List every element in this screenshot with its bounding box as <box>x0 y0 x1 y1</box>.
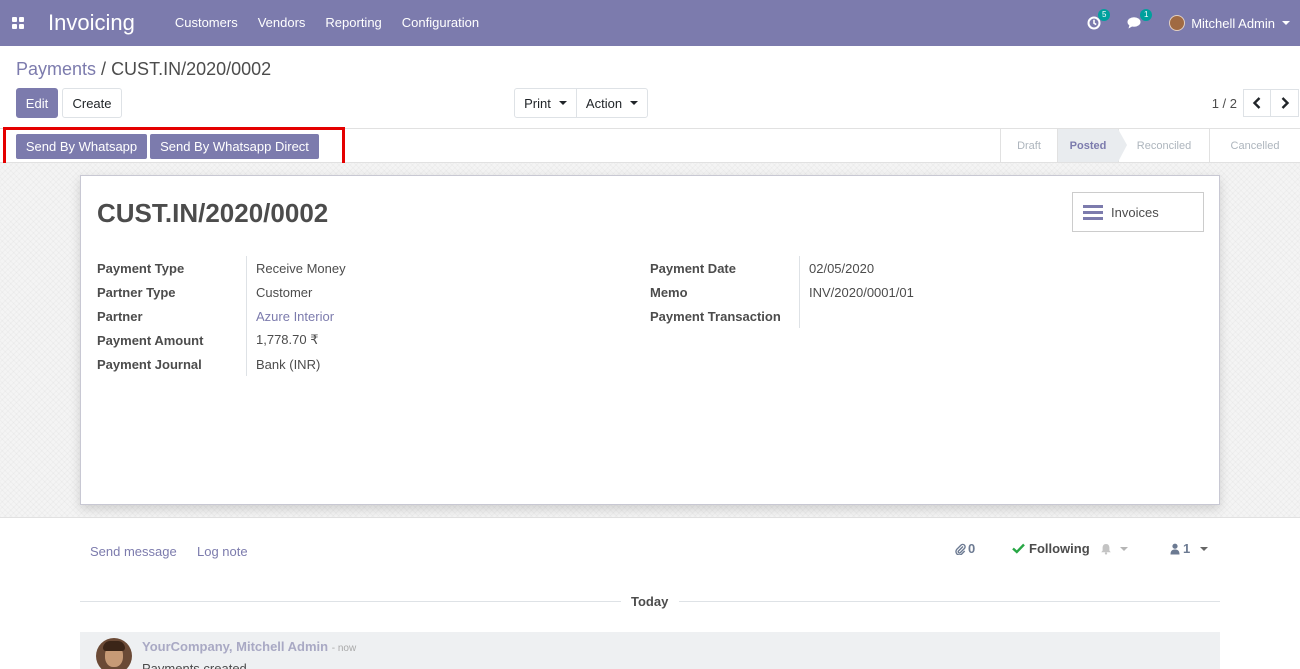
messaging-menu[interactable]: 1 <box>1127 9 1153 30</box>
chevron-left-icon <box>1252 97 1261 109</box>
breadcrumb: Payments / CUST.IN/2020/0002 <box>16 59 271 80</box>
pager: 1 / 2 <box>1212 89 1299 117</box>
left-field-group: Payment Type Receive Money Partner Type … <box>97 256 346 376</box>
attachment-count: 0 <box>968 541 976 556</box>
field-label: Payment Amount <box>97 328 247 352</box>
breadcrumb-separator: / <box>101 59 107 79</box>
field-label: Payment Date <box>650 256 800 280</box>
chevron-down-icon <box>1200 546 1209 551</box>
field-payment-transaction: Payment Transaction <box>650 304 914 328</box>
bars-icon <box>1083 204 1103 220</box>
field-label: Payment Journal <box>97 352 247 376</box>
chevron-down-icon <box>630 101 639 105</box>
message-time: - now <box>331 643 357 654</box>
field-memo: Memo INV/2020/0001/01 <box>650 280 914 304</box>
check-icon <box>1012 543 1025 554</box>
app-name: Invoicing <box>48 10 135 35</box>
field-payment-date: Payment Date 02/05/2020 <box>650 256 914 280</box>
pager-previous-button[interactable] <box>1243 89 1271 117</box>
user-avatar <box>1169 15 1186 31</box>
following-button[interactable]: Following <box>1012 541 1128 556</box>
field-value: 02/05/2020 <box>809 260 875 276</box>
field-value: Customer <box>256 284 313 300</box>
user-name: Mitchell Admin <box>1191 15 1275 31</box>
stage-cancelled[interactable]: Cancelled <box>1209 129 1300 162</box>
send-message-button[interactable]: Send message <box>90 544 177 559</box>
edit-button[interactable]: Edit <box>16 88 58 118</box>
field-partner-type: Partner Type Customer <box>97 280 346 304</box>
pager-next-button[interactable] <box>1271 89 1299 117</box>
author-avatar[interactable] <box>96 638 132 669</box>
action-label: Action <box>585 95 623 111</box>
field-label: Partner <box>97 304 247 328</box>
stage-arrow <box>1118 129 1127 162</box>
field-payment-type: Payment Type Receive Money <box>97 256 346 280</box>
apps-menu-icon[interactable] <box>10 15 26 31</box>
stage-reconciled[interactable]: Reconciled <box>1118 129 1209 162</box>
field-partner: Partner Azure Interior <box>97 304 346 328</box>
message-author: YourCompany, Mitchell Admin - now <box>142 639 356 654</box>
chevron-down-icon <box>1282 21 1290 25</box>
following-label: Following <box>1029 541 1090 556</box>
stage-draft[interactable]: Draft <box>1000 129 1057 162</box>
action-dropdown[interactable]: Action <box>576 88 648 118</box>
date-divider-right <box>679 601 1220 602</box>
date-divider-left <box>80 601 621 602</box>
follower-count: 1 <box>1183 541 1191 556</box>
status-stages: Draft Posted Reconciled Cancelled <box>1000 129 1300 162</box>
bell-icon[interactable] <box>1100 543 1112 555</box>
followers-button[interactable]: 1 <box>1170 541 1209 556</box>
print-dropdown[interactable]: Print <box>514 88 577 118</box>
invoices-label: Invoices <box>1111 204 1159 220</box>
chevron-right-icon <box>1281 97 1289 109</box>
chevron-down-icon[interactable] <box>1119 546 1128 551</box>
field-value: Receive Money <box>256 260 346 276</box>
message-author-name[interactable]: YourCompany, Mitchell Admin <box>142 639 328 654</box>
field-value: 1,778.70 ₹ <box>256 332 319 347</box>
activity-badge: 5 <box>1098 9 1111 21</box>
field-label: Payment Type <box>97 256 247 280</box>
user-menu[interactable]: Mitchell Admin <box>1169 15 1290 31</box>
activity-menu[interactable]: 5 <box>1087 9 1111 30</box>
message-badge: 1 <box>1140 9 1153 21</box>
field-value: Bank (INR) <box>256 356 321 372</box>
top-navbar: Invoicing Customers Vendors Reporting Co… <box>0 0 1300 46</box>
field-label: Partner Type <box>97 280 247 304</box>
right-field-group: Payment Date 02/05/2020 Memo INV/2020/00… <box>650 256 914 328</box>
user-icon <box>1170 543 1180 554</box>
menu-reporting[interactable]: Reporting <box>315 0 391 46</box>
menu-vendors[interactable]: Vendors <box>248 0 316 46</box>
date-separator: Today <box>631 594 669 609</box>
chatter-message: YourCompany, Mitchell Admin - now Paymen… <box>80 632 1220 669</box>
breadcrumb-current: CUST.IN/2020/0002 <box>111 59 272 79</box>
menu-customers[interactable]: Customers <box>165 0 248 46</box>
menu-configuration[interactable]: Configuration <box>392 0 489 46</box>
create-button[interactable]: Create <box>62 88 122 118</box>
form-sheet: CUST.IN/2020/0002 Invoices Payment Type … <box>80 175 1220 505</box>
chevron-down-icon <box>558 101 567 105</box>
record-title: CUST.IN/2020/0002 <box>97 198 329 228</box>
stage-posted-label: Posted <box>1069 139 1107 152</box>
partner-link[interactable]: Azure Interior <box>247 309 334 324</box>
breadcrumb-payments[interactable]: Payments <box>16 59 96 79</box>
attachments-button[interactable]: 0 <box>955 541 975 556</box>
log-note-button[interactable]: Log note <box>197 544 248 559</box>
invoices-smart-button[interactable]: Invoices <box>1072 192 1204 232</box>
field-payment-journal: Payment Journal Bank (INR) <box>97 352 346 376</box>
stage-posted[interactable]: Posted <box>1057 129 1127 162</box>
field-payment-amount: Payment Amount 1,778.70 ₹ <box>97 328 346 352</box>
print-label: Print <box>524 95 551 111</box>
paperclip-icon <box>955 543 966 555</box>
field-label: Memo <box>650 280 800 304</box>
field-label: Payment Transaction <box>650 304 800 328</box>
field-value: INV/2020/0001/01 <box>809 284 914 300</box>
pager-value[interactable]: 1 / 2 <box>1212 96 1237 111</box>
message-body: Payments created <box>142 661 247 669</box>
